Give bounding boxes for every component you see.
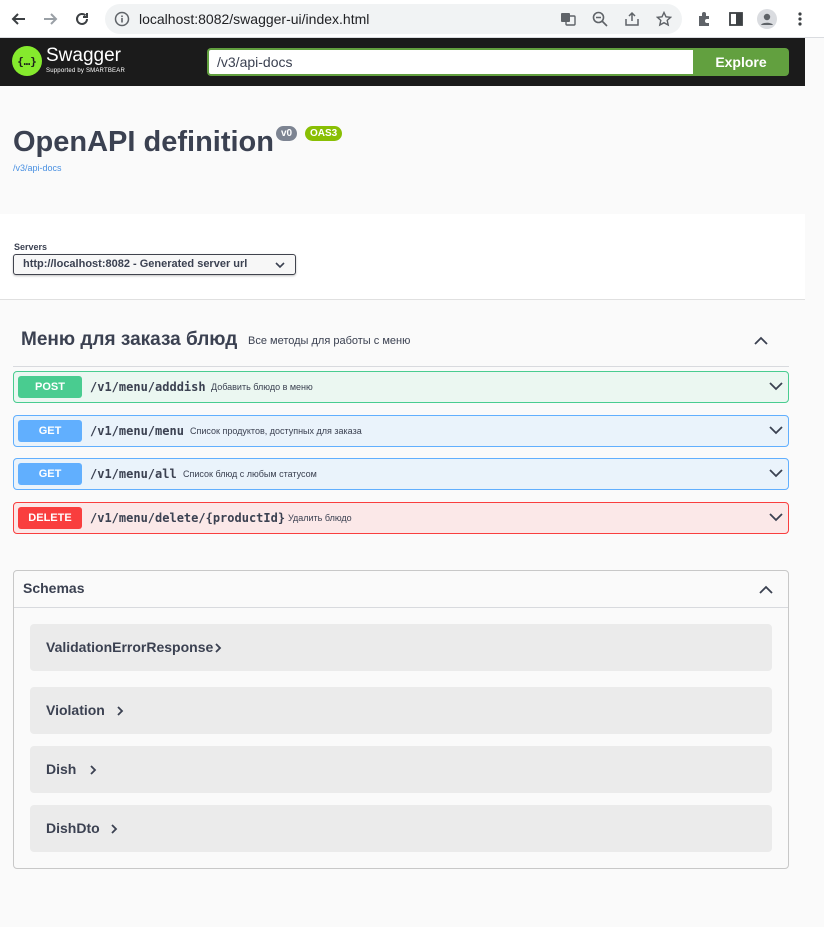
reload-icon[interactable] bbox=[70, 7, 94, 31]
tag-header-menu[interactable]: Меню для заказа блюд Все методы для рабо… bbox=[13, 317, 789, 367]
schema-dishdto[interactable]: DishDto bbox=[30, 805, 772, 852]
chevron-right-icon bbox=[116, 704, 124, 722]
server-select-value: http://localhost:8082 - Generated server… bbox=[23, 258, 248, 270]
zoom-out-icon[interactable] bbox=[591, 10, 609, 28]
schema-dish[interactable]: Dish bbox=[30, 746, 772, 793]
profile-avatar-icon[interactable] bbox=[757, 9, 777, 29]
schemas-title: Schemas bbox=[23, 580, 85, 596]
chevron-down-icon[interactable] bbox=[768, 423, 784, 442]
share-icon[interactable] bbox=[623, 10, 641, 28]
schema-name: ValidationErrorResponse bbox=[46, 639, 214, 655]
forward-icon[interactable] bbox=[38, 7, 62, 31]
operation-summary: Удалить блюдо bbox=[288, 513, 352, 523]
chevron-down-icon[interactable] bbox=[768, 379, 784, 398]
operation-path: /v1/menu/delete/{productId} bbox=[90, 511, 286, 525]
swagger-logo-title: Swagger bbox=[46, 45, 121, 66]
method-badge: GET bbox=[18, 463, 82, 485]
schemas-header[interactable]: Schemas bbox=[14, 571, 788, 608]
tag-name: Меню для заказа блюд bbox=[21, 329, 238, 350]
info-icon[interactable] bbox=[114, 11, 130, 32]
operation-path: /v1/menu/menu bbox=[90, 424, 184, 438]
menu-kebab-icon[interactable] bbox=[790, 9, 810, 29]
operation-path: /v1/menu/all bbox=[90, 467, 177, 481]
oas-badge: OAS3 bbox=[305, 126, 343, 141]
swagger-logo-sub: Supported by SMARTBEAR bbox=[46, 68, 125, 74]
explore-button[interactable]: Explore bbox=[693, 48, 789, 76]
operation-summary: Список продуктов, доступных для заказа bbox=[190, 426, 362, 436]
schema-validationerrorresponse[interactable]: ValidationErrorResponse bbox=[30, 624, 772, 671]
url-text: localhost:8082/swagger-ui/index.html bbox=[139, 11, 370, 27]
schema-violation[interactable]: Violation bbox=[30, 687, 772, 734]
schema-name: DishDto bbox=[46, 820, 100, 836]
api-url-input[interactable]: /v3/api-docs bbox=[207, 48, 693, 76]
extensions-icon[interactable] bbox=[694, 9, 714, 29]
tag-description: Все методы для работы с меню bbox=[248, 335, 411, 347]
version-badge: v0 bbox=[276, 126, 298, 141]
swagger-topbar: {…} Swagger Supported by SMARTBEAR /v3/a… bbox=[0, 38, 805, 86]
swagger-logo[interactable]: {…} Swagger Supported by SMARTBEAR bbox=[12, 46, 125, 76]
chevron-up-icon[interactable] bbox=[758, 582, 774, 600]
schema-name: Violation bbox=[46, 702, 105, 718]
schema-name: Dish bbox=[46, 761, 77, 777]
operation-get-all[interactable]: GET /v1/menu/all Список блюд с любым ста… bbox=[13, 458, 789, 490]
operation-post-adddish[interactable]: POST /v1/menu/adddish Добавить блюдо в м… bbox=[13, 371, 789, 403]
operation-summary: Добавить блюдо в меню bbox=[211, 382, 313, 392]
operation-path: /v1/menu/adddish bbox=[90, 380, 206, 394]
server-select[interactable]: http://localhost:8082 - Generated server… bbox=[13, 254, 296, 275]
swagger-logo-icon: {…} bbox=[12, 46, 42, 76]
chevron-right-icon bbox=[110, 822, 118, 840]
operation-get-menu[interactable]: GET /v1/menu/menu Список продуктов, дост… bbox=[13, 415, 789, 447]
page-title: OpenAPI definition bbox=[13, 126, 274, 158]
api-docs-link[interactable]: /v3/api-docs bbox=[13, 163, 62, 173]
operation-summary: Список блюд с любым статусом bbox=[183, 469, 317, 479]
bookmark-star-icon[interactable] bbox=[655, 10, 673, 28]
side-panel-icon[interactable] bbox=[726, 9, 746, 29]
chevron-down-icon[interactable] bbox=[768, 510, 784, 529]
method-badge: POST bbox=[18, 376, 82, 398]
scrollbar-track bbox=[804, 38, 824, 927]
servers-label: Servers bbox=[14, 242, 48, 252]
schemas-section: Schemas ValidationErrorResponse Violatio… bbox=[13, 570, 789, 869]
chevron-right-icon bbox=[214, 641, 222, 659]
browser-toolbar: localhost:8082/swagger-ui/index.html bbox=[0, 0, 824, 38]
chevron-down-icon bbox=[275, 260, 285, 272]
chevron-down-icon[interactable] bbox=[768, 466, 784, 485]
servers-section: Servers http://localhost:8082 - Generate… bbox=[0, 214, 805, 300]
chevron-up-icon[interactable] bbox=[753, 333, 769, 351]
translate-icon[interactable] bbox=[559, 10, 577, 28]
chevron-right-icon bbox=[89, 763, 97, 781]
operation-delete-product[interactable]: DELETE /v1/menu/delete/{productId} Удали… bbox=[13, 502, 789, 534]
back-icon[interactable] bbox=[7, 7, 31, 31]
method-badge: DELETE bbox=[18, 507, 82, 529]
info-section: OpenAPI definition v0 OAS3 /v3/api-docs bbox=[0, 86, 805, 214]
method-badge: GET bbox=[18, 420, 82, 442]
address-bar[interactable]: localhost:8082/swagger-ui/index.html bbox=[105, 4, 682, 34]
